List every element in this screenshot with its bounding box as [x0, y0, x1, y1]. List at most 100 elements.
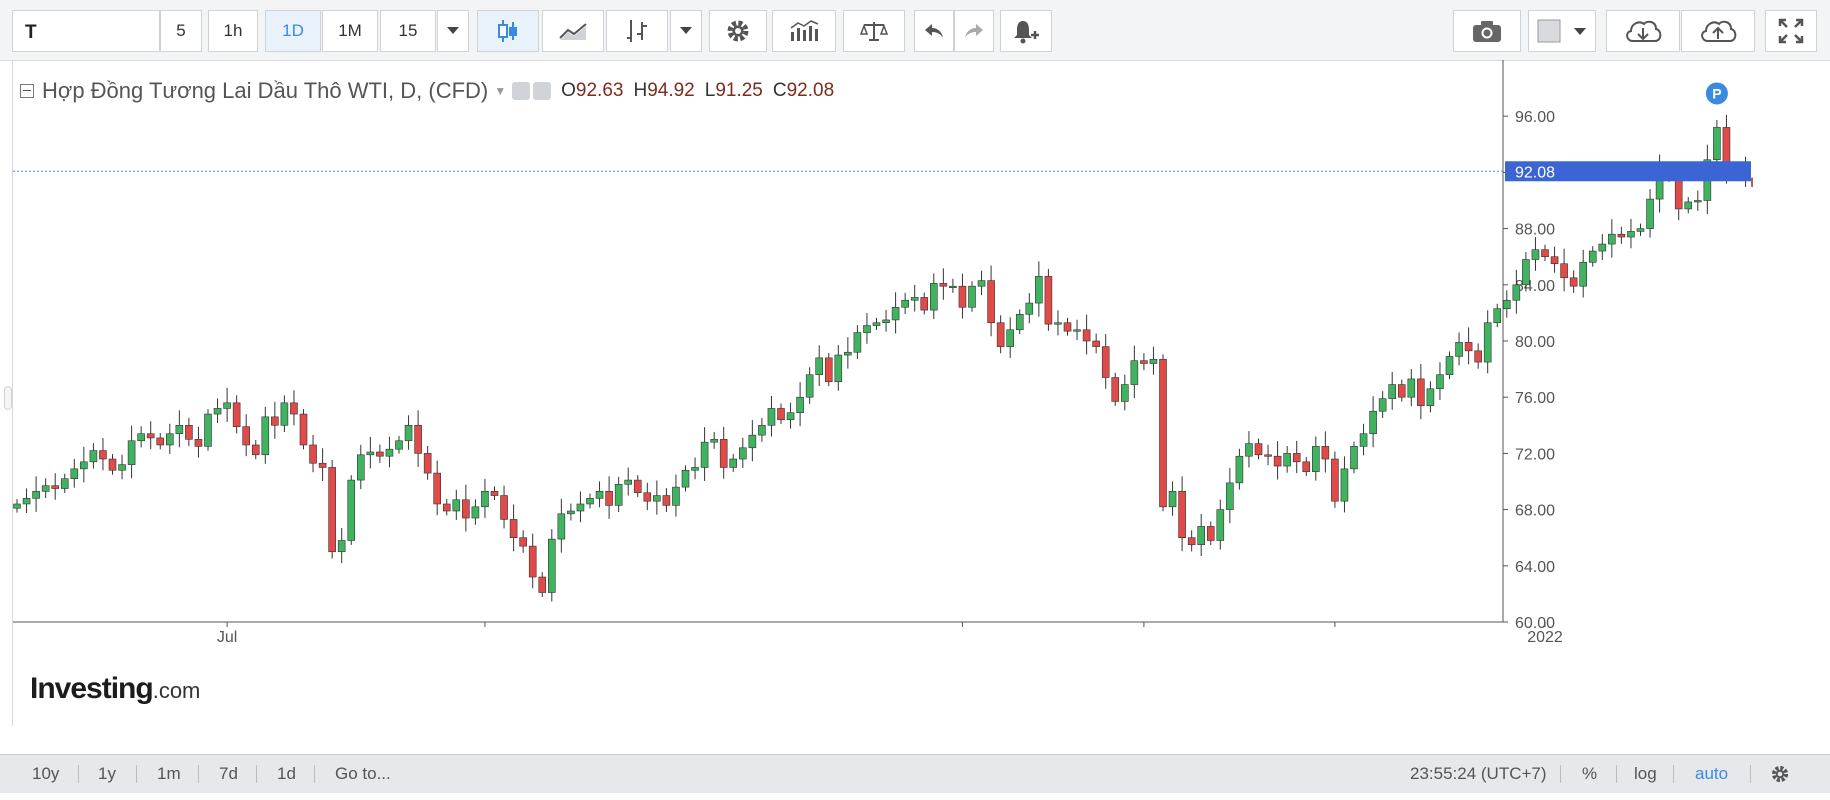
candle-body: [356, 454, 365, 481]
interval-1h[interactable]: 1h: [208, 10, 258, 52]
candle-body: [299, 413, 308, 446]
candle-body: [891, 306, 900, 321]
indicators-button[interactable]: [606, 10, 668, 52]
fullscreen-icon: [1778, 18, 1804, 44]
candle-body: [213, 408, 222, 415]
auto-toggle[interactable]: auto: [1695, 755, 1728, 793]
studies-button[interactable]: [772, 10, 836, 52]
price-tick-label: 64.00: [1515, 559, 1555, 576]
range-1d[interactable]: 1d: [277, 755, 296, 793]
cloud-upload-button[interactable]: [1681, 10, 1755, 52]
candle-body: [127, 440, 136, 465]
candle-body: [1474, 350, 1482, 363]
symbol-input[interactable]: T: [12, 10, 160, 52]
range-1m[interactable]: 1m: [157, 755, 181, 793]
candle-body: [1541, 249, 1549, 258]
candle-body: [337, 540, 346, 553]
collapse-legend-icon[interactable]: [20, 84, 34, 98]
log-toggle[interactable]: log: [1634, 755, 1657, 793]
candle-body: [175, 424, 184, 435]
percent-toggle[interactable]: %: [1582, 755, 1597, 793]
interval-1d[interactable]: 1D: [265, 10, 321, 52]
color-picker-button[interactable]: [1528, 10, 1596, 52]
chart-area[interactable]: 60.00 64.00 68.00 72.00 76.00 80.00 84.00 88.00…: [12, 60, 1753, 726]
candle-body: [509, 519, 518, 538]
candle-body: [1588, 250, 1597, 263]
interval-5[interactable]: 5: [160, 10, 202, 52]
price-tick-label: 68.00: [1515, 503, 1555, 520]
candle-body: [490, 491, 499, 496]
candle-body: [863, 325, 871, 333]
caret-down-icon[interactable]: ▼: [494, 84, 506, 98]
interval-dropdown[interactable]: [437, 10, 469, 52]
alert-button[interactable]: [1000, 10, 1052, 52]
candles-icon: [498, 20, 517, 42]
candle-body: [481, 491, 489, 508]
candle-body: [108, 458, 117, 471]
candle-body: [748, 434, 757, 449]
range-10y[interactable]: 10y: [32, 755, 59, 793]
undo-button[interactable]: [914, 10, 954, 52]
candle-body: [366, 451, 375, 456]
candle-body: [462, 499, 470, 519]
visibility-icon[interactable]: [512, 82, 531, 100]
candles-button[interactable]: [477, 10, 539, 52]
range-1y[interactable]: 1y: [98, 755, 116, 793]
candle-body: [232, 402, 241, 428]
candle-body: [1445, 356, 1454, 376]
redo-button[interactable]: [954, 10, 994, 52]
settings-button[interactable]: [1770, 755, 1790, 793]
goto-button[interactable]: Go to...: [335, 755, 391, 793]
candle-body: [1436, 374, 1444, 390]
legend-settings-icon[interactable]: [533, 82, 552, 100]
interval-1m[interactable]: 1M: [322, 10, 378, 52]
time-tick-label: Jul: [217, 629, 237, 646]
range-7d[interactable]: 7d: [219, 755, 238, 793]
panel-resize-handle[interactable]: [4, 386, 12, 410]
candle-body: [557, 513, 566, 540]
compare-button[interactable]: [843, 10, 905, 52]
candle-body: [1302, 461, 1311, 472]
clock-readout[interactable]: 23:55:24 (UTC+7): [1410, 755, 1547, 793]
candle-body: [1178, 491, 1186, 538]
candle-body: [1378, 398, 1387, 412]
candle-body: [1130, 360, 1139, 385]
screenshot-button[interactable]: [1453, 10, 1521, 52]
candle-body: [910, 297, 919, 301]
divider: [314, 765, 315, 783]
candle-body: [1598, 243, 1607, 252]
candle-body: [1312, 446, 1320, 472]
candle-body: [423, 453, 432, 474]
candle-body: [1226, 482, 1234, 510]
divider: [136, 765, 137, 783]
candle-body: [1035, 276, 1043, 304]
price-tick-label: 84.00: [1515, 278, 1555, 295]
candle-body: [920, 297, 929, 311]
line-chart-button[interactable]: [542, 10, 604, 52]
logo-main: Investing: [30, 672, 154, 705]
candle-body: [1331, 458, 1339, 502]
price-tick-label: 76.00: [1515, 390, 1555, 407]
settings-button[interactable]: [709, 10, 767, 52]
candle-body: [1522, 259, 1530, 286]
chevron-down-icon: [447, 27, 459, 34]
cloud-download-button[interactable]: [1606, 10, 1680, 52]
candle-body: [872, 322, 881, 326]
candle-body: [1235, 455, 1244, 484]
candle-body: [89, 450, 98, 463]
time-tick-label: 2022: [1527, 629, 1563, 646]
candle-body: [1111, 377, 1120, 402]
fullscreen-button[interactable]: [1765, 10, 1817, 52]
candle-body: [500, 495, 508, 520]
chart-type-dropdown[interactable]: [670, 10, 702, 52]
candle-body: [1483, 322, 1492, 363]
alert-bell-icon: [1014, 21, 1039, 44]
candle-body: [1359, 433, 1368, 447]
logo-suffix: .com: [152, 678, 201, 703]
candle-body: [376, 451, 384, 457]
candle-body: [1426, 388, 1435, 406]
candle-body: [1617, 233, 1626, 238]
interval-15[interactable]: 15: [380, 10, 436, 52]
price-chart[interactable]: 60.0064.0068.0072.0076.0080.0084.0088.00…: [13, 60, 1753, 726]
candle-body: [137, 433, 145, 442]
